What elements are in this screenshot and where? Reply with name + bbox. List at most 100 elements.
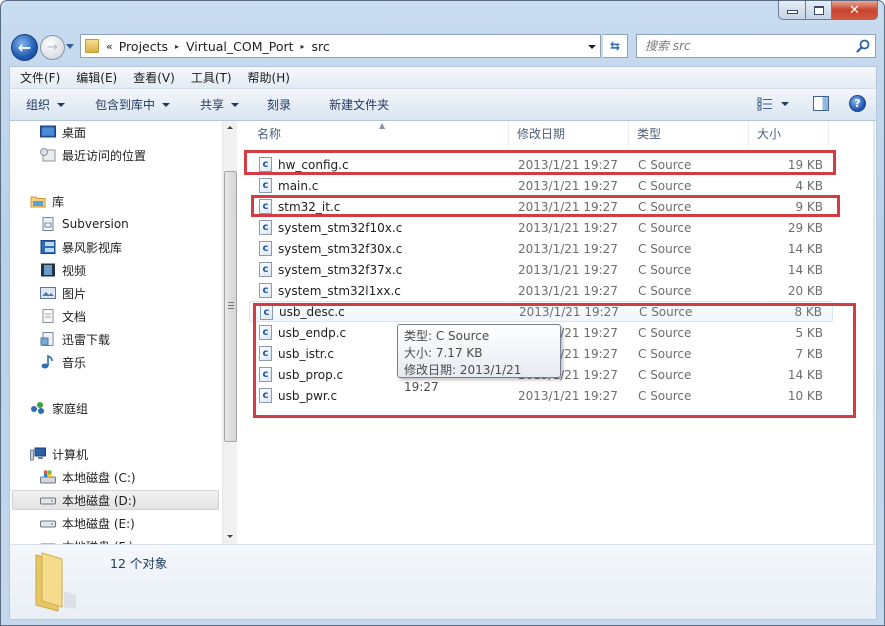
recent-pages-dropdown[interactable] xyxy=(66,44,74,49)
sidebar-item-videos[interactable]: 视频 xyxy=(40,260,86,280)
menu-bar: 文件(F) 编辑(E) 查看(V) 工具(T) 帮助(H) xyxy=(9,66,877,88)
share-button[interactable]: 共享 xyxy=(180,96,249,113)
navigation-pane: 桌面 最近访问的位置 库 Subversion 暴风影视库 视频 图片 文档 迅… xyxy=(10,121,237,544)
breadcrumb-chevron-icon[interactable]: ▸ xyxy=(297,42,309,51)
sidebar-item-drive-f[interactable]: 本地磁盘 (F:) xyxy=(40,536,133,544)
file-type: C Source xyxy=(638,241,692,256)
maximize-icon xyxy=(813,5,824,15)
file-name: system_stm32f10x.c xyxy=(278,220,403,235)
c-source-file-icon: c xyxy=(259,241,272,256)
organize-button[interactable]: 组织 xyxy=(10,96,75,113)
include-in-library-label: 包含到库中 xyxy=(95,98,156,112)
file-date: 2013/1/21 19:27 xyxy=(518,241,618,256)
sidebar-item-video-library[interactable]: 暴风影视库 xyxy=(40,237,122,257)
file-row[interactable]: c system_stm32l1xx.c 2013/1/21 19:27 C Sour… xyxy=(249,280,833,301)
sidebar-item-computer[interactable]: 计算机 xyxy=(30,444,88,464)
sidebar-item-subversion[interactable]: Subversion xyxy=(40,214,129,234)
change-view-icon[interactable] xyxy=(757,97,773,111)
file-tooltip: 类型: C Source 大小: 7.17 KB 修改日期: 2013/1/21… xyxy=(397,324,561,394)
sidebar-item-drive-d[interactable]: 本地磁盘 (D:) xyxy=(12,490,219,510)
scrollbar-thumb[interactable] xyxy=(224,171,237,442)
column-label: 名称 xyxy=(257,127,282,141)
file-date: 2013/1/21 19:27 xyxy=(518,283,618,298)
preview-pane-icon[interactable] xyxy=(813,96,829,111)
desktop-icon xyxy=(40,125,56,138)
file-type: C Source xyxy=(638,262,692,277)
file-row[interactable]: c main.c 2013/1/21 19:27 C Source 4 KB xyxy=(249,175,833,196)
refresh-icon: ⇆ xyxy=(609,39,621,53)
pictures-icon xyxy=(40,287,56,299)
folder-icon xyxy=(85,39,99,53)
address-dropdown-icon[interactable] xyxy=(588,45,596,49)
menu-help[interactable]: 帮助(H) xyxy=(240,69,298,86)
sidebar-item-label: 图片 xyxy=(62,286,87,301)
computer-icon xyxy=(30,447,46,461)
content-area: 桌面 最近访问的位置 库 Subversion 暴风影视库 视频 图片 文档 迅… xyxy=(9,121,877,544)
column-header-size[interactable]: 大小 xyxy=(749,121,829,146)
breadcrumb-virtual-com-port[interactable]: Virtual_COM_Port xyxy=(183,39,296,54)
column-label: 修改日期 xyxy=(517,127,566,141)
c-source-file-icon: c xyxy=(259,262,272,277)
address-bar[interactable]: « Projects ▸ Virtual_COM_Port ▸ src xyxy=(80,34,601,58)
drive-icon xyxy=(40,497,56,505)
sidebar-item-label: 家庭组 xyxy=(52,401,89,416)
help-glyph: ? xyxy=(854,97,861,110)
close-button[interactable]: ✕ xyxy=(832,1,878,20)
sidebar-item-music[interactable]: 音乐 xyxy=(40,352,86,372)
breadcrumb-overflow[interactable]: « xyxy=(99,40,116,53)
column-header-type[interactable]: 类型 xyxy=(629,121,749,146)
navigation-scrollbar[interactable] xyxy=(222,121,237,544)
sidebar-item-label: 计算机 xyxy=(52,447,89,462)
menu-edit[interactable]: 编辑(E) xyxy=(68,69,125,86)
sidebar-item-drive-c[interactable]: 本地磁盘 (C:) xyxy=(40,467,136,487)
video-icon xyxy=(41,263,55,277)
scroll-down-icon[interactable] xyxy=(227,535,233,538)
sidebar-item-desktop[interactable]: 桌面 xyxy=(40,122,86,142)
sidebar-item-recent-places[interactable]: 最近访问的位置 xyxy=(40,145,146,165)
sidebar-item-label: 最近访问的位置 xyxy=(62,148,147,163)
help-icon[interactable]: ? xyxy=(849,95,866,112)
downloads-icon xyxy=(40,332,54,346)
search-input[interactable] xyxy=(637,35,847,57)
forward-button[interactable]: → xyxy=(40,35,65,60)
video-library-icon xyxy=(40,240,56,254)
file-row[interactable]: c system_stm32f10x.c 2013/1/21 19:27 C Sour… xyxy=(249,217,833,238)
sidebar-item-drive-e[interactable]: 本地磁盘 (E:) xyxy=(40,513,135,533)
minimize-icon xyxy=(786,10,798,14)
column-header-date[interactable]: 修改日期 xyxy=(509,121,629,146)
sidebar-item-label: 视频 xyxy=(62,263,87,278)
include-in-library-button[interactable]: 包含到库中 xyxy=(75,96,180,113)
sidebar-item-downloads[interactable]: 迅雷下载 xyxy=(40,329,110,349)
view-options-dropdown[interactable] xyxy=(781,101,789,106)
file-date: 2013/1/21 19:27 xyxy=(518,220,618,235)
breadcrumb-projects[interactable]: Projects xyxy=(116,39,171,54)
file-row[interactable]: c system_stm32f30x.c 2013/1/21 19:27 C Sour… xyxy=(249,238,833,259)
refresh-button[interactable]: ⇆ xyxy=(602,34,628,58)
new-folder-button[interactable]: 新建文件夹 xyxy=(301,96,399,113)
file-row[interactable]: c system_stm32f37x.c 2013/1/21 19:27 C Sour… xyxy=(249,259,833,280)
menu-view[interactable]: 查看(V) xyxy=(125,69,183,86)
sidebar-item-documents[interactable]: 文档 xyxy=(40,306,86,326)
breadcrumb-src[interactable]: src xyxy=(309,39,333,54)
c-source-file-icon: c xyxy=(259,220,272,235)
minimize-button[interactable] xyxy=(778,1,806,20)
command-bar: 组织 包含到库中 共享 刻录 新建文件夹 ? xyxy=(9,88,877,121)
sidebar-item-libraries[interactable]: 库 xyxy=(30,191,64,211)
menu-file[interactable]: 文件(F) xyxy=(12,69,68,86)
sidebar-item-homegroup[interactable]: 家庭组 xyxy=(30,398,88,418)
pane-edge xyxy=(873,121,875,544)
file-name: system_stm32f30x.c xyxy=(278,241,403,256)
file-size: 14 KB xyxy=(787,262,823,277)
music-icon xyxy=(41,355,53,369)
burn-button[interactable]: 刻录 xyxy=(249,96,301,113)
scroll-up-icon[interactable] xyxy=(227,126,233,129)
breadcrumb-chevron-icon[interactable]: ▸ xyxy=(171,42,183,51)
file-type: C Source xyxy=(638,283,692,298)
menu-tools[interactable]: 工具(T) xyxy=(183,69,240,86)
maximize-button[interactable] xyxy=(806,1,832,20)
new-folder-label: 新建文件夹 xyxy=(329,98,390,112)
search-icon[interactable] xyxy=(856,39,870,53)
sidebar-item-pictures[interactable]: 图片 xyxy=(40,283,86,303)
search-box[interactable] xyxy=(636,34,876,58)
back-button[interactable]: ← xyxy=(11,34,38,61)
